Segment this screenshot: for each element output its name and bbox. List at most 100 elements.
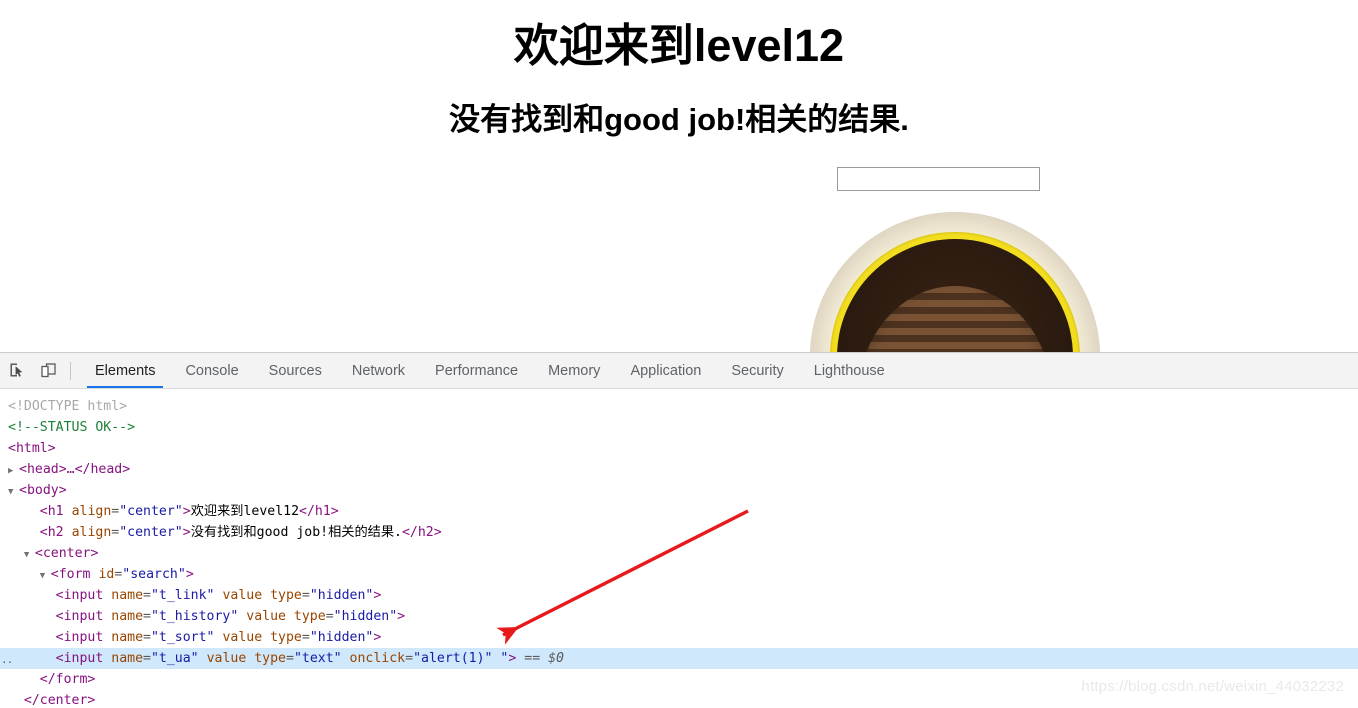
dom-node-form[interactable]: ▼ <form id="search"> [0, 564, 1358, 585]
body-open-tag: <body> [19, 483, 67, 498]
chevron-down-icon[interactable]: ▼ [24, 545, 35, 566]
form-attr-id[interactable]: id [98, 567, 114, 582]
attr-name-value[interactable]: "t_history" [151, 609, 238, 624]
tab-label: Application [630, 362, 702, 379]
tab-label: Elements [95, 362, 156, 379]
dom-tree[interactable]: <!DOCTYPE html> <!--STATUS OK--> <html> … [0, 389, 1358, 708]
device-toolbar-icon[interactable] [34, 357, 62, 385]
lt-bracket: < [55, 588, 64, 603]
head-collapsed-text: <head>…</head> [19, 462, 131, 477]
input-tag-name: input [63, 588, 104, 603]
dom-node-input-t-history[interactable]: <input name="t_history" value type="hidd… [0, 606, 1358, 627]
tab-label: Performance [435, 362, 519, 379]
tab-sources[interactable]: Sources [254, 353, 337, 388]
attr-value[interactable]: value [222, 630, 262, 645]
form-tag-name: form [58, 567, 91, 582]
dom-node-input-t-ua-selected[interactable]: ·· <input name="t_ua" value type="text" … [0, 648, 1358, 669]
lt-bracket: < [39, 504, 48, 519]
dom-node-body[interactable]: ▼ <body> [0, 480, 1358, 501]
attr-type-value[interactable]: "text" [294, 651, 342, 666]
attr-name-value[interactable]: "t_ua" [151, 651, 199, 666]
form-id-value[interactable]: "search" [122, 567, 186, 582]
chevron-right-icon[interactable]: ▶ [8, 461, 19, 482]
devtools-toolbar: Elements Console Sources Network Perform… [0, 353, 1358, 389]
lt-bracket: < [50, 567, 59, 582]
lt-bracket: < [39, 525, 48, 540]
dom-node-input-t-sort[interactable]: <input name="t_sort" value type="hidden"… [0, 627, 1358, 648]
h2-attr-value[interactable]: "center" [119, 525, 183, 540]
chevron-down-icon[interactable]: ▼ [8, 482, 19, 503]
attr-type[interactable]: type [270, 630, 302, 645]
console-reference-marker: == $0 [524, 651, 564, 666]
dom-node-html[interactable]: <html> [0, 438, 1358, 459]
tab-memory[interactable]: Memory [533, 353, 615, 388]
attr-value[interactable]: value [246, 609, 286, 624]
search-input[interactable] [837, 167, 1040, 191]
dom-node-h2[interactable]: <h2 align="center">没有找到和good job!相关的结果.<… [0, 522, 1358, 543]
devtools-panel: Elements Console Sources Network Perform… [0, 352, 1358, 708]
attr-name[interactable]: name [111, 609, 143, 624]
h1-attr-name[interactable]: align [72, 504, 112, 519]
input-tag-name: input [63, 630, 104, 645]
attr-type-value[interactable]: "hidden" [310, 588, 374, 603]
html-open-tag: <html> [8, 441, 56, 456]
h1-close-tag: </h1> [299, 504, 339, 519]
gt-bracket: > [373, 588, 382, 603]
tab-network[interactable]: Network [337, 353, 420, 388]
gt-bracket: > [182, 504, 191, 519]
attr-value[interactable]: value [222, 588, 262, 603]
form-close-tag: </form> [39, 672, 96, 687]
attr-type-value[interactable]: "hidden" [310, 630, 374, 645]
attr-name-value[interactable]: "t_link" [151, 588, 215, 603]
attr-type[interactable]: type [270, 588, 302, 603]
gt-bracket: > [185, 567, 194, 582]
tab-label: Lighthouse [813, 362, 885, 379]
tab-label: Sources [268, 362, 322, 379]
watermark: https://blog.csdn.net/weixin_44032232 [1081, 678, 1344, 695]
h2-close-tag: </h2> [401, 525, 442, 540]
tab-label: Security [731, 362, 784, 379]
attr-name[interactable]: name [111, 651, 143, 666]
tab-label: Memory [548, 362, 601, 379]
gt-bracket: > [508, 651, 517, 666]
attr-name[interactable]: name [111, 630, 143, 645]
lt-bracket: < [55, 651, 64, 666]
attr-value[interactable]: value [207, 651, 247, 666]
tab-security[interactable]: Security [716, 353, 798, 388]
input-tag-name: input [63, 609, 104, 624]
tab-label: Console [185, 362, 239, 379]
h1-tag-name: h1 [47, 504, 64, 519]
avatar [810, 212, 1100, 352]
attr-onclick-value[interactable]: "alert(1)" [413, 651, 492, 666]
page-subtitle-h2: 没有找到和good job!相关的结果. [449, 102, 909, 137]
attr-onclick[interactable]: onclick [350, 651, 406, 666]
gt-bracket: > [397, 609, 406, 624]
dom-node-input-t-link[interactable]: <input name="t_link" value type="hidden"… [0, 585, 1358, 606]
tab-application[interactable]: Application [615, 353, 716, 388]
inspect-element-icon[interactable] [3, 357, 31, 385]
tab-performance[interactable]: Performance [420, 353, 533, 388]
dom-node-comment[interactable]: <!--STATUS OK--> [0, 417, 1358, 438]
doctype-text: <!DOCTYPE html> [8, 399, 128, 414]
attr-name[interactable]: name [111, 588, 143, 603]
dom-node-doctype[interactable]: <!DOCTYPE html> [0, 396, 1358, 417]
chevron-down-icon[interactable]: ▼ [40, 566, 51, 587]
h2-attr-name[interactable]: align [72, 525, 112, 540]
h2-text-node[interactable]: 没有找到和good job!相关的结果. [191, 525, 402, 540]
tab-console[interactable]: Console [170, 353, 253, 388]
tab-lighthouse[interactable]: Lighthouse [799, 353, 900, 388]
tab-elements[interactable]: Elements [80, 353, 170, 388]
attr-name-value[interactable]: "t_sort" [151, 630, 215, 645]
lt-bracket: < [55, 630, 64, 645]
dom-node-center[interactable]: ▼ <center> [0, 543, 1358, 564]
dom-node-head[interactable]: ▶ <head>…</head> [0, 459, 1358, 480]
comment-text: <!--STATUS OK--> [8, 420, 136, 435]
h1-attr-value[interactable]: "center" [119, 504, 183, 519]
rendered-page-viewport: 欢迎来到level12 没有找到和good job!相关的结果. [0, 0, 1358, 352]
attr-type[interactable]: type [294, 609, 326, 624]
center-close-tag: </center> [23, 693, 96, 708]
h1-text-node[interactable]: 欢迎来到level12 [191, 504, 299, 519]
attr-type[interactable]: type [254, 651, 286, 666]
attr-type-value[interactable]: "hidden" [334, 609, 398, 624]
dom-node-h1[interactable]: <h1 align="center">欢迎来到level12</h1> [0, 501, 1358, 522]
